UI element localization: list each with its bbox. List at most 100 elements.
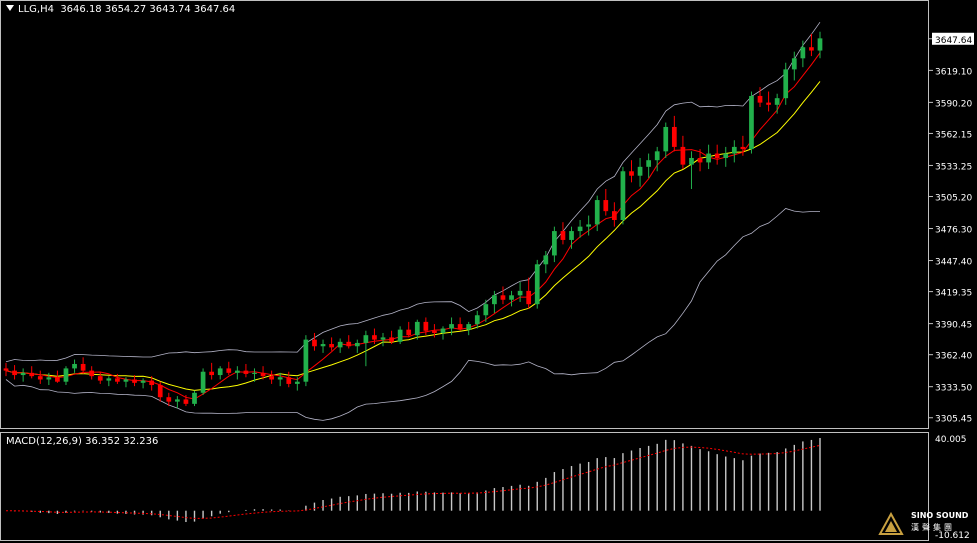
candle-body: [809, 47, 814, 51]
y-tick-label: 3476.30: [935, 226, 972, 236]
candle-body: [243, 370, 249, 374]
candle-body: [37, 376, 43, 380]
candle-body: [380, 337, 386, 340]
candle-body: [337, 341, 343, 348]
candle-body: [432, 330, 437, 333]
candle-body: [749, 95, 754, 150]
candle-body: [723, 153, 729, 158]
candle-body: [449, 324, 454, 329]
y-tick-label: 3419.35: [935, 289, 972, 299]
logo-name: SINO SOUND: [911, 511, 969, 520]
candle-body: [303, 339, 309, 382]
y-tick-label: 3562.15: [935, 130, 972, 140]
candle-body: [132, 379, 137, 383]
candle-body: [252, 372, 257, 374]
y-tick-label: 3533.25: [935, 162, 972, 172]
candle-body: [654, 151, 660, 161]
candle-body: [457, 324, 463, 330]
candle-body: [543, 255, 549, 265]
chart-canvas[interactable]: 3647.64 3619.10 3590.20 3562.15 3533.25 3505.…: [0, 0, 977, 543]
candle-body: [55, 377, 60, 382]
candle-body: [277, 377, 283, 380]
candle-body: [80, 363, 86, 371]
candle-body: [800, 47, 806, 59]
candle-body: [483, 304, 489, 316]
candle-body: [569, 231, 574, 240]
macd-header: MACD(12,26,9) 36.352 32.236: [6, 436, 158, 447]
candle-body: [697, 157, 703, 163]
candle-body: [12, 370, 17, 376]
candle-body: [783, 69, 789, 99]
candle-body: [714, 153, 720, 158]
candle-body: [46, 377, 52, 380]
candle-body: [637, 166, 643, 176]
y-tick-label: 3390.45: [935, 321, 972, 331]
sino-sound-logo-icon: [878, 512, 904, 535]
candle-body: [414, 321, 420, 336]
candle-body: [20, 372, 26, 376]
candle-body: [115, 378, 120, 382]
candle-body: [286, 377, 292, 384]
candle-body: [629, 171, 634, 176]
candle-body: [757, 95, 763, 103]
candle-body: [706, 153, 711, 163]
candle-body: [603, 200, 609, 212]
candle-body: [791, 58, 797, 70]
candle-body: [312, 339, 317, 347]
candle-body: [552, 231, 557, 256]
y-tick-label: 3333.50: [935, 384, 972, 394]
y-tick-label: 3619.10: [935, 67, 972, 77]
candle-body: [269, 376, 274, 380]
logo-chinese: 漢聲集團: [911, 523, 955, 532]
candle-body: [140, 380, 146, 383]
y-tick-label: 3305.45: [935, 415, 972, 425]
candle-body: [29, 372, 35, 377]
candle-body: [466, 324, 472, 330]
candle-body: [612, 211, 617, 220]
y-tick-label: 3505.20: [935, 194, 972, 204]
candle-body: [226, 368, 232, 373]
candle-body: [200, 371, 206, 393]
y-tick-label: 3590.20: [935, 99, 972, 109]
candle-body: [509, 295, 514, 300]
candle-body: [157, 385, 163, 398]
candle-body: [817, 38, 823, 51]
candle-body: [294, 381, 300, 384]
candle-body: [500, 295, 506, 300]
candle-body: [517, 290, 523, 296]
candle-body: [329, 344, 334, 348]
candle-body: [440, 328, 446, 333]
candle-body: [423, 321, 429, 331]
candle-body: [731, 146, 737, 154]
candle-body: [175, 399, 180, 402]
candle-body: [149, 380, 155, 386]
candle-body: [740, 146, 746, 150]
candle-body: [560, 231, 566, 240]
chart-header: LLG,H4 3646.18 3654.27 3643.74 3647.64: [6, 4, 235, 15]
candle-body: [397, 329, 403, 342]
symbol-timeframe: LLG,H4: [18, 4, 54, 15]
candle-body: [586, 224, 592, 227]
candle-body: [594, 200, 600, 225]
candle-body: [3, 368, 9, 371]
y-tick-label: 3362.40: [935, 352, 972, 362]
candle-body: [774, 98, 780, 105]
candle-body: [234, 370, 240, 373]
candle-body: [346, 341, 352, 347]
candle-body: [766, 102, 771, 105]
dropdown-triangle-icon[interactable]: [6, 5, 14, 11]
candle-body: [492, 295, 497, 305]
candle-body: [354, 342, 360, 347]
candle-body: [372, 335, 377, 340]
candle-body: [363, 335, 369, 343]
candle-body: [89, 370, 95, 377]
ohlc-readout: 3646.18 3654.27 3643.74 3647.64: [60, 4, 236, 15]
y-tick-label: 3447.40: [935, 258, 972, 268]
candle-body: [577, 226, 583, 232]
candle-body: [183, 399, 189, 404]
candle-body: [123, 379, 129, 382]
candle-body: [97, 376, 103, 381]
candle-body: [389, 337, 394, 342]
candle-body: [663, 126, 669, 152]
candle-body: [72, 363, 77, 369]
